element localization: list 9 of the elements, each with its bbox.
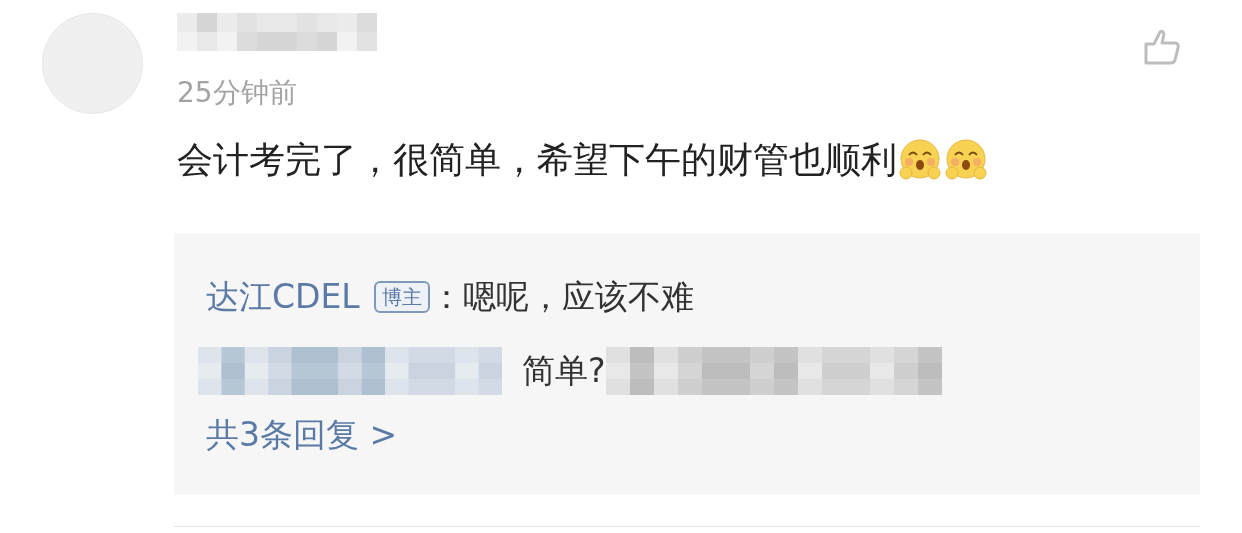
reply-text: 简单? (522, 351, 606, 391)
hugging-face-icon (897, 137, 943, 183)
timestamp: 25分钟前 (177, 76, 298, 110)
hugging-face-icon (943, 137, 989, 183)
view-replies-link[interactable]: 共3条回复 > (206, 415, 1200, 455)
comment-text: 会计考完了，很简单，希望下午的财管也顺利 (177, 138, 897, 182)
blogger-badge: 博主 (373, 281, 430, 313)
reply-text: ：嗯呢，应该不难 (429, 277, 694, 317)
reply-author-link[interactable]: 达江CDEL (206, 277, 360, 317)
